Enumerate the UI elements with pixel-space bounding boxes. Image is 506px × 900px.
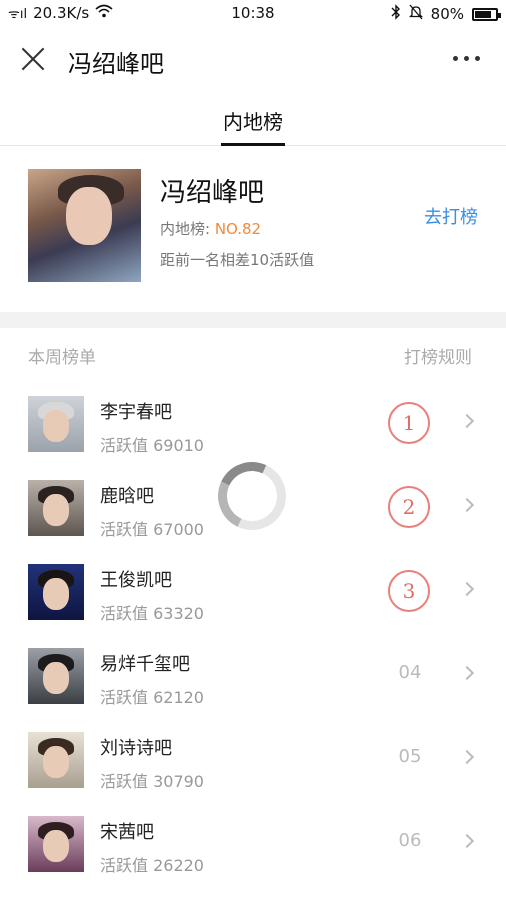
list-item[interactable]: 宋茜吧 活跃值 26220 06: [0, 802, 506, 886]
title-bar: 冯绍峰吧: [0, 30, 506, 90]
rank-number: 05: [398, 746, 422, 767]
rank-number: 06: [398, 830, 422, 851]
rank-medal: 2: [380, 486, 440, 528]
avatar: [28, 648, 84, 704]
bluetooth-icon: [391, 4, 401, 24]
avatar: [28, 816, 84, 872]
battery-percent: 80%: [430, 5, 464, 23]
list-item[interactable]: 王俊凯吧 活跃值 63320 3: [0, 550, 506, 634]
forum-name: 刘诗诗吧: [100, 738, 172, 759]
rank-medal: 1: [380, 402, 440, 444]
section-title: 本周榜单: [28, 348, 96, 368]
gap-text: 距前一名相差10活跃值: [160, 251, 315, 269]
activity-score: 活跃值 69010: [100, 436, 204, 455]
activity-score: 活跃值 63320: [100, 604, 204, 623]
forum-name: 易烊千玺吧: [100, 654, 190, 675]
activity-score: 活跃值 67000: [100, 520, 204, 539]
go-rank-button[interactable]: 去打榜: [424, 203, 478, 229]
rank-value: NO.82: [214, 220, 262, 238]
tab-bar: 内地榜: [0, 96, 506, 146]
list-item[interactable]: 易烊千玺吧 活跃值 62120 04: [0, 634, 506, 718]
current-forum-card: 冯绍峰吧 内地榜: NO.82 距前一名相差10活跃值 去打榜: [0, 148, 506, 312]
more-icon[interactable]: [453, 56, 480, 61]
page-title: 冯绍峰吧: [68, 50, 164, 78]
activity-score: 活跃值 62120: [100, 688, 204, 707]
avatar: [28, 480, 84, 536]
avatar: [28, 169, 141, 282]
chevron-right-icon: [459, 749, 475, 765]
chevron-right-icon: [459, 497, 475, 513]
divider: [0, 312, 506, 328]
rank-info: 内地榜: NO.82: [160, 218, 261, 239]
forum-name: 冯绍峰吧: [160, 178, 265, 208]
rank-label: 内地榜:: [160, 220, 215, 238]
battery-icon: [472, 7, 501, 21]
chevron-right-icon: [459, 581, 475, 597]
activity-score: 活跃值 30790: [100, 772, 204, 791]
section-header: 本周榜单 打榜规则: [0, 328, 506, 378]
rank-rules-link[interactable]: 打榜规则: [404, 343, 472, 368]
list-item[interactable]: 刘诗诗吧 活跃值 30790 05: [0, 718, 506, 802]
avatar: [28, 396, 84, 452]
list-item[interactable]: 李宇春吧 活跃值 69010 1: [0, 382, 506, 466]
tab-mainland[interactable]: 内地榜: [221, 106, 285, 146]
forum-name: 宋茜吧: [100, 822, 154, 843]
status-bar: ᯤıl 20.3K/s 10:38 80%: [0, 0, 506, 26]
activity-score: 活跃值 26220: [100, 856, 204, 875]
close-icon[interactable]: [20, 46, 46, 72]
chevron-right-icon: [459, 665, 475, 681]
rank-medal: 3: [380, 570, 440, 612]
forum-name: 李宇春吧: [100, 402, 172, 423]
chevron-right-icon: [459, 833, 475, 849]
forum-name: 王俊凯吧: [100, 570, 172, 591]
avatar: [28, 732, 84, 788]
bell-off-icon: [408, 4, 423, 24]
avatar: [28, 564, 84, 620]
rank-number: 04: [398, 662, 422, 683]
ranking-list: 李宇春吧 活跃值 69010 1 鹿晗吧 活跃值 67000 2 王俊凯吧 活跃…: [0, 382, 506, 886]
chevron-right-icon: [459, 413, 475, 429]
forum-name: 鹿晗吧: [100, 486, 154, 507]
